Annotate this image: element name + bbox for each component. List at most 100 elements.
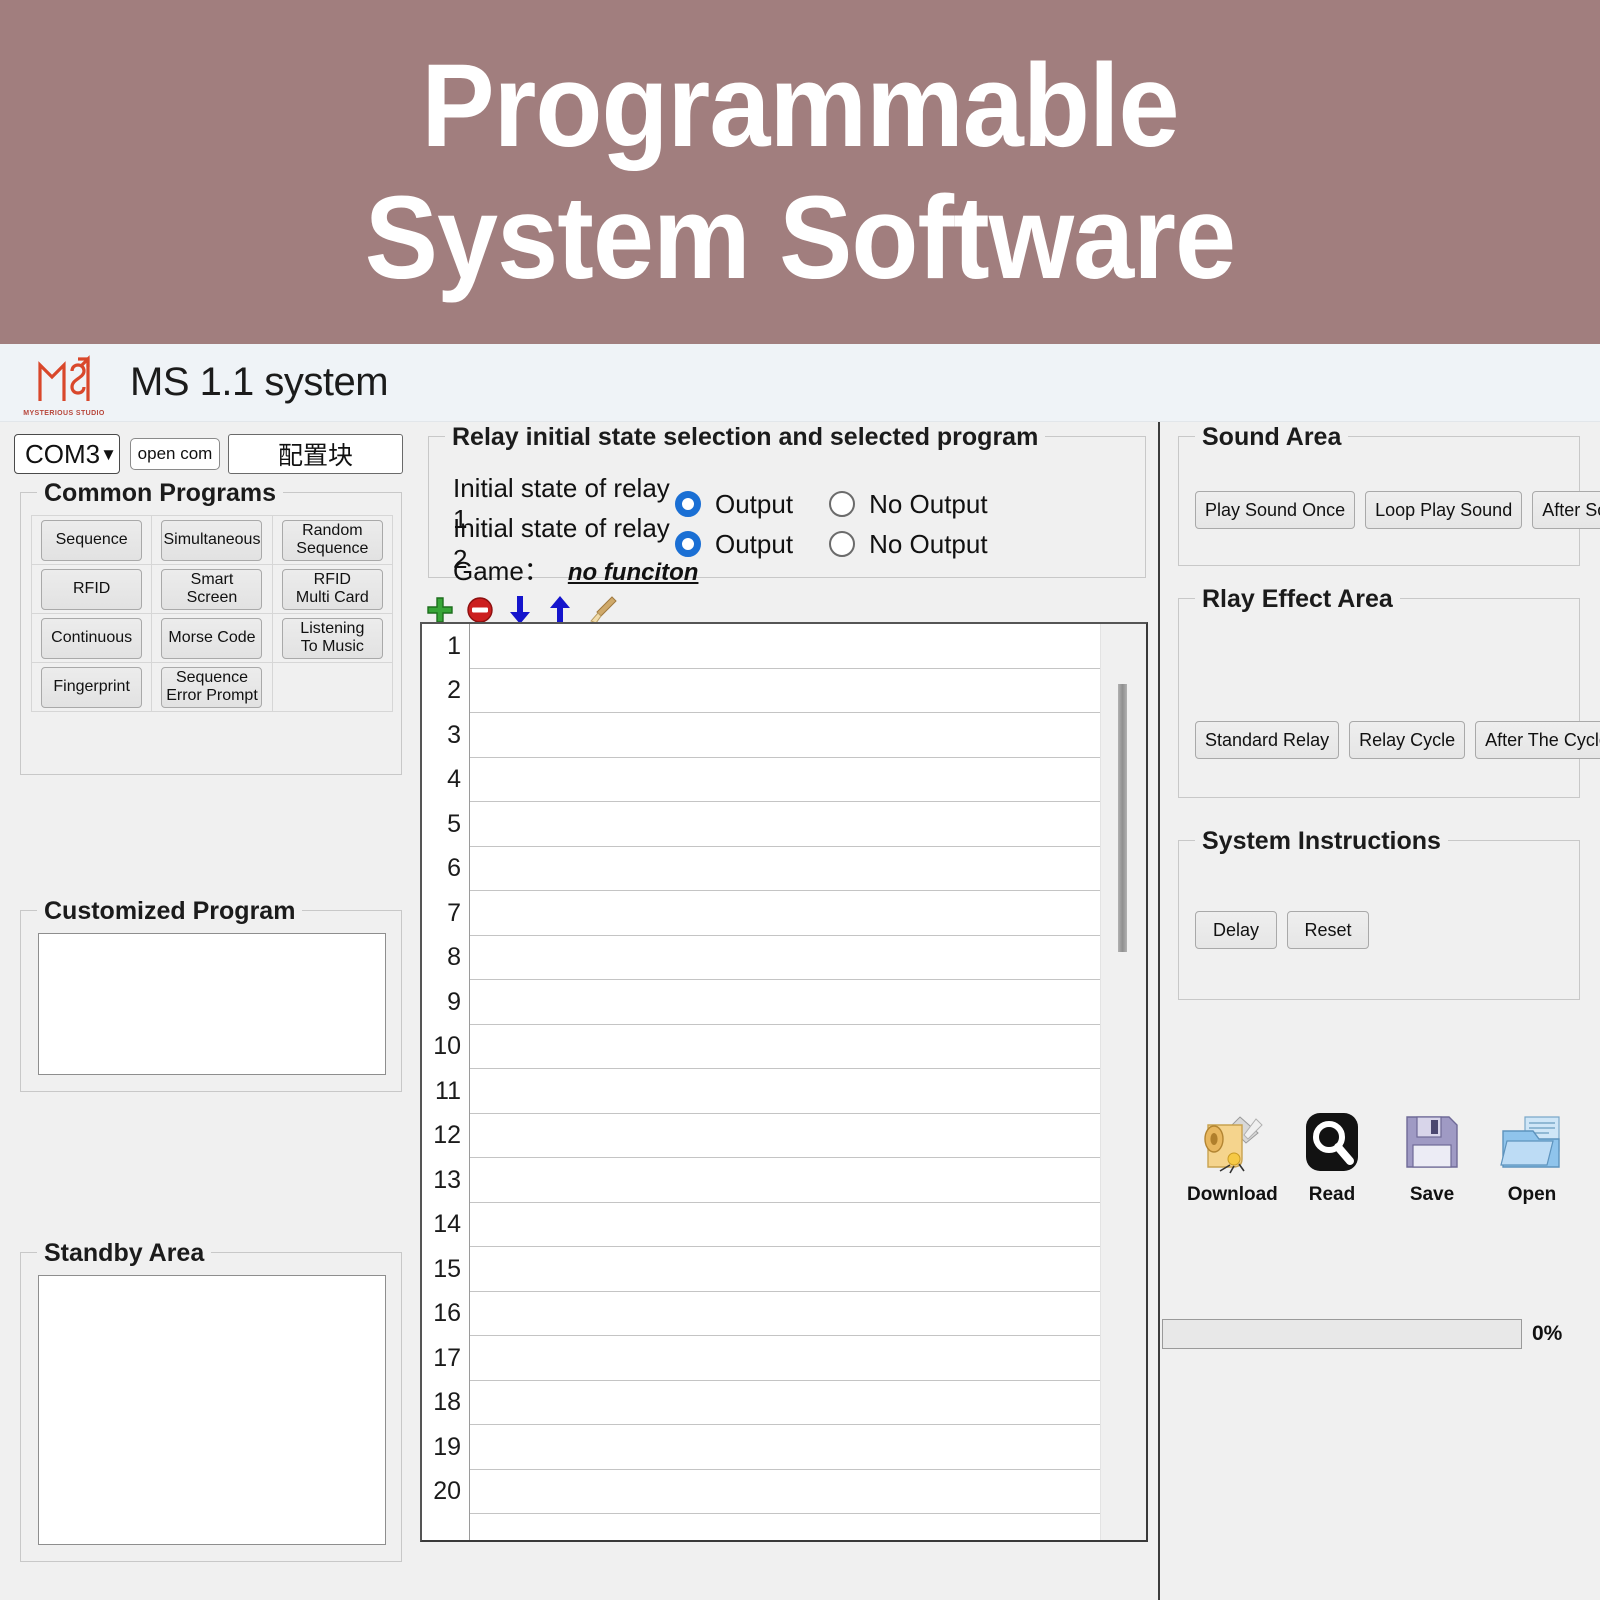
sequence-row[interactable] — [470, 713, 1100, 758]
sequence-row[interactable] — [470, 1247, 1100, 1292]
program-button-smart-screen[interactable]: Smart Screen — [161, 569, 262, 610]
program-button-morse-code[interactable]: Morse Code — [161, 618, 262, 659]
relay-effect-buttons: Standard Relay Relay Cycle After The Cyc… — [1195, 721, 1600, 759]
banner-title: Programmable System Software — [365, 40, 1235, 304]
program-button-fingerprint[interactable]: Fingerprint — [41, 667, 142, 708]
program-button-sequence-error-prompt[interactable]: Sequence Error Prompt — [161, 667, 262, 708]
reset-button[interactable]: Reset — [1287, 911, 1369, 949]
row-number: 8 — [422, 936, 469, 981]
sequence-row[interactable] — [470, 669, 1100, 714]
sequence-rows[interactable] — [470, 624, 1100, 1540]
delay-button[interactable]: Delay — [1195, 911, 1277, 949]
sequence-row[interactable] — [470, 980, 1100, 1025]
magnifier-icon — [1287, 1102, 1377, 1182]
program-button-continuous[interactable]: Continuous — [41, 618, 142, 659]
sequence-row[interactable] — [470, 1203, 1100, 1248]
game-label: Game： — [453, 551, 550, 588]
program-cell: Morse Code — [152, 614, 272, 663]
row-number: 13 — [422, 1158, 469, 1203]
main-content: COM3 ▼ open com 配置块 Common Programs Sequ… — [0, 422, 1600, 1600]
program-cell: Fingerprint — [32, 663, 152, 712]
row-number: 15 — [422, 1247, 469, 1292]
standard-relay-button[interactable]: Standard Relay — [1195, 721, 1339, 759]
sequence-row[interactable] — [470, 1025, 1100, 1070]
sequence-row[interactable] — [470, 891, 1100, 936]
com-port-select[interactable]: COM3 ▼ — [14, 434, 120, 474]
row-number: 6 — [422, 847, 469, 892]
sequence-list-panel[interactable]: 1234567891011121314151617181920 — [420, 622, 1148, 1542]
row-number-gutter: 1234567891011121314151617181920 — [422, 624, 470, 1540]
loop-play-sound-button[interactable]: Loop Play Sound — [1365, 491, 1522, 529]
common-programs-group: Common Programs Sequence Simultaneous Ra… — [20, 492, 402, 775]
action-icon-bar: Download Read — [1182, 1102, 1582, 1232]
common-programs-title: Common Programs — [37, 479, 283, 508]
customized-program-list[interactable] — [38, 933, 386, 1075]
list-scrollbar[interactable] — [1100, 624, 1146, 1540]
app-header: MYSTERIOUS STUDIO MS 1.1 system — [0, 344, 1600, 422]
logo-caption: MYSTERIOUS STUDIO — [14, 410, 114, 417]
app-logo: MYSTERIOUS STUDIO — [14, 347, 114, 419]
sound-area-group: Sound Area Play Sound Once Loop Play Sou… — [1178, 436, 1580, 566]
program-button-listening-to-music[interactable]: Listening To Music — [282, 618, 383, 659]
relay-effect-area-title: Rlay Effect Area — [1195, 585, 1400, 614]
row-number: 19 — [422, 1425, 469, 1470]
standby-area-list[interactable] — [38, 1275, 386, 1545]
sequence-row[interactable] — [470, 758, 1100, 803]
sequence-row[interactable] — [470, 1470, 1100, 1515]
standby-area-group: Standby Area — [20, 1252, 402, 1562]
relay-cycle-button[interactable]: Relay Cycle — [1349, 721, 1465, 759]
floppy-disk-icon — [1387, 1102, 1477, 1182]
row-number: 5 — [422, 802, 469, 847]
open-action[interactable]: Open — [1487, 1102, 1577, 1206]
program-cell: Sequence Error Prompt — [152, 663, 272, 712]
program-button-random-sequence[interactable]: Random Sequence — [282, 520, 383, 561]
row-number: 20 — [422, 1470, 469, 1515]
game-value[interactable]: no funciton — [568, 559, 699, 587]
sequence-row[interactable] — [470, 1425, 1100, 1470]
sequence-row[interactable] — [470, 802, 1100, 847]
sequence-row[interactable] — [470, 1292, 1100, 1337]
download-action[interactable]: Download — [1187, 1102, 1277, 1206]
sequence-row[interactable] — [470, 1336, 1100, 1381]
sound-area-title: Sound Area — [1195, 423, 1348, 452]
sequence-row[interactable] — [470, 847, 1100, 892]
after-the-cycle-relay-button[interactable]: After The Cycle Relay — [1475, 721, 1600, 759]
row-number: 4 — [422, 758, 469, 803]
row-number: 1 — [422, 624, 469, 669]
system-instructions-group: System Instructions Delay Reset — [1178, 840, 1580, 1000]
program-cell: Listening To Music — [272, 614, 392, 663]
program-button-simultaneous[interactable]: Simultaneous — [161, 520, 262, 561]
sound-area-buttons: Play Sound Once Loop Play Sound After So… — [1195, 491, 1600, 529]
sequence-row[interactable] — [470, 936, 1100, 981]
app-title: MS 1.1 system — [130, 360, 388, 405]
customized-program-title: Customized Program — [37, 897, 302, 926]
program-cell: RFID — [32, 565, 152, 614]
row-number: 18 — [422, 1381, 469, 1426]
program-cell: Random Sequence — [272, 516, 392, 565]
sequence-row[interactable] — [470, 624, 1100, 669]
open-com-button[interactable]: open com — [130, 438, 220, 470]
program-cell: Simultaneous — [152, 516, 272, 565]
save-action[interactable]: Save — [1387, 1102, 1477, 1206]
after-sound-play-button[interactable]: After Sound Play — [1532, 491, 1600, 529]
sequence-row[interactable] — [470, 1114, 1100, 1159]
open-folder-icon — [1487, 1102, 1577, 1182]
read-label: Read — [1287, 1184, 1377, 1206]
config-block-button[interactable]: 配置块 — [228, 434, 403, 474]
play-sound-once-button[interactable]: Play Sound Once — [1195, 491, 1355, 529]
read-action[interactable]: Read — [1287, 1102, 1377, 1206]
sequence-row[interactable] — [470, 1158, 1100, 1203]
scrollbar-thumb[interactable] — [1118, 684, 1127, 952]
program-button-sequence[interactable]: Sequence — [41, 520, 142, 561]
program-button-rfid[interactable]: RFID — [41, 569, 142, 610]
program-button-rfid-multi-card[interactable]: RFID Multi Card — [282, 569, 383, 610]
sequence-row[interactable] — [470, 1069, 1100, 1114]
relay-2-no-output-radio[interactable] — [829, 531, 855, 557]
relay-2-no-output-label: No Output — [869, 529, 988, 560]
common-programs-table: Sequence Simultaneous Random Sequence RF… — [31, 515, 393, 712]
row-number: 9 — [422, 980, 469, 1025]
sequence-row[interactable] — [470, 1381, 1100, 1426]
open-label: Open — [1487, 1184, 1577, 1206]
customized-program-group: Customized Program — [20, 910, 402, 1092]
system-instructions-title: System Instructions — [1195, 827, 1448, 856]
